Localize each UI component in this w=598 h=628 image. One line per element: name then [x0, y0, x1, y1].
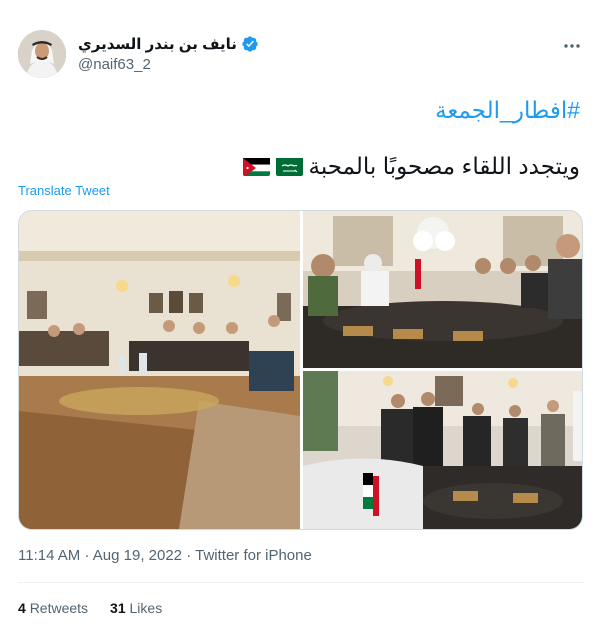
translate-tweet-link[interactable]: Translate Tweet	[18, 183, 110, 198]
name-row: نايف بن بندر السديري	[78, 34, 259, 54]
verified-badge-icon	[241, 35, 259, 53]
author-handle[interactable]: @naif63_2	[78, 56, 259, 73]
saudi-flag-icon	[275, 156, 303, 176]
hashtag-link[interactable]: #افطار_الجمعة	[435, 96, 580, 124]
jordan-flag-icon	[242, 156, 270, 176]
tweet-time[interactable]: 11:14 AM	[18, 547, 80, 564]
media-grid	[18, 210, 583, 530]
tweet-source[interactable]: Twitter for iPhone	[195, 547, 312, 564]
photo-reception-room[interactable]	[19, 211, 300, 529]
meta-separator: ·	[186, 547, 192, 564]
tweet-header: نايف بن بندر السديري @naif63_2	[18, 30, 586, 80]
likes-label: Likes	[129, 600, 163, 616]
tweet-date[interactable]: Aug 19, 2022	[93, 547, 182, 564]
more-options-icon[interactable]	[562, 36, 582, 56]
avatar[interactable]	[18, 30, 66, 78]
photo-buffet-greeting[interactable]	[303, 371, 582, 529]
tweet-meta: 11:14 AM · Aug 19, 2022 · Twitter for iP…	[18, 547, 312, 564]
divider	[18, 582, 584, 583]
photo-dining-table[interactable]	[303, 211, 582, 368]
tweet-stats: 4 Retweets 31 Likes	[18, 600, 162, 616]
retweets-stat[interactable]: 4 Retweets	[18, 600, 88, 616]
tweet-text: ويتجدد اللقاء مصحوبًا بالمحبة	[242, 152, 581, 180]
tweet-text-content: ويتجدد اللقاء مصحوبًا بالمحبة	[308, 153, 581, 179]
author-names: نايف بن بندر السديري @naif63_2	[78, 34, 259, 73]
likes-stat[interactable]: 31 Likes	[110, 600, 162, 616]
retweets-label: Retweets	[29, 600, 89, 616]
display-name[interactable]: نايف بن بندر السديري	[78, 35, 237, 53]
likes-count: 31	[110, 600, 126, 616]
meta-separator: ·	[84, 547, 90, 564]
retweets-count: 4	[18, 600, 26, 616]
tweet-card: نايف بن بندر السديري @naif63_2 #افطار_ال…	[0, 0, 598, 628]
